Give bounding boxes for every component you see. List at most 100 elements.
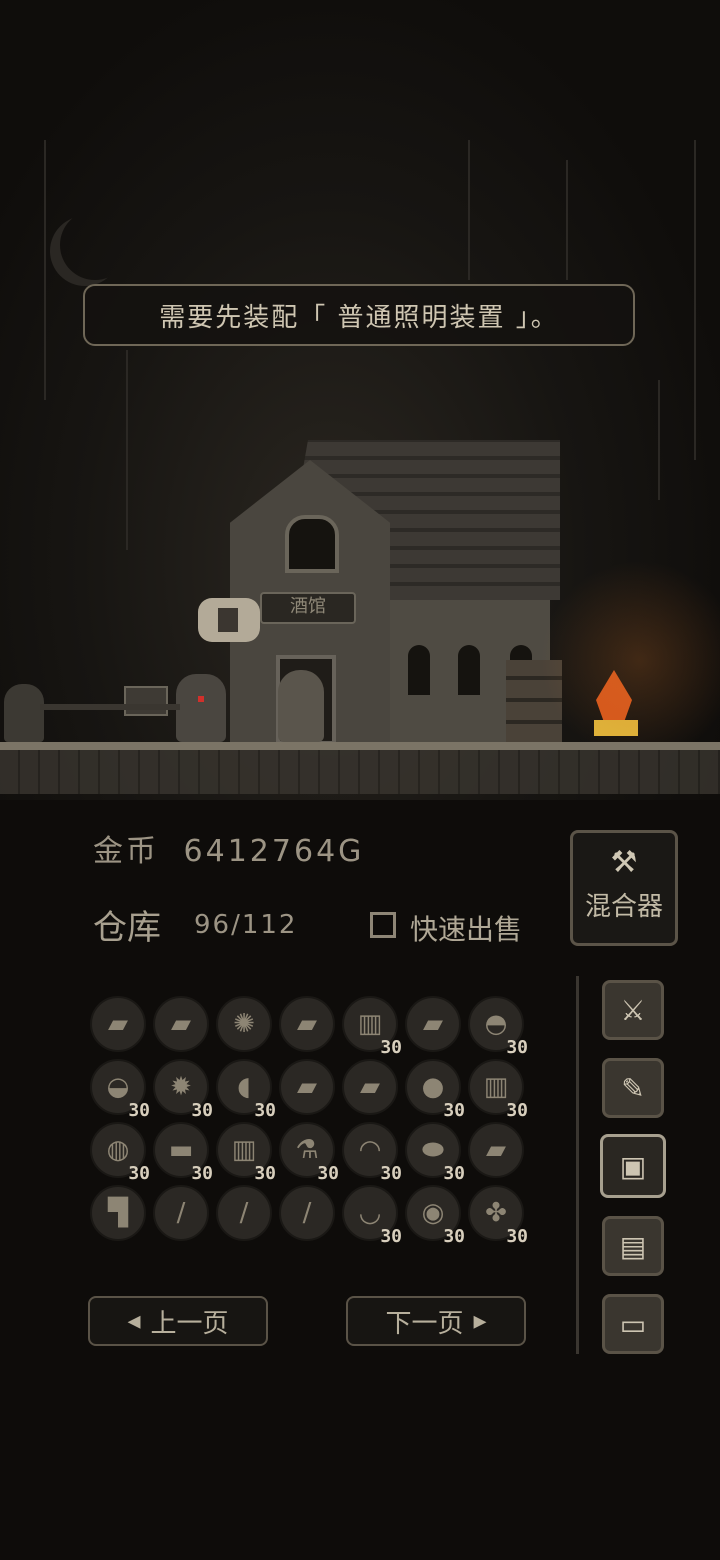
storage-count: 96/112 [194, 910, 298, 940]
quest-tab[interactable]: ✎ [602, 1058, 664, 1118]
armor-icon: ▜ [108, 1198, 128, 1228]
inventory-slot[interactable]: / [279, 1185, 335, 1241]
inventory-slot[interactable]: ▰ [279, 1059, 335, 1115]
item-quantity: 30 [191, 1100, 213, 1121]
npc-wanderer[interactable] [4, 684, 44, 742]
inventory-slot[interactable]: ▬ 30 [153, 1122, 213, 1184]
quick-sell-checkbox[interactable] [370, 912, 396, 938]
item-quantity: 30 [380, 1037, 402, 1058]
bowl-icon: ◡ [358, 1198, 382, 1228]
gold-value: 6412764G [183, 834, 365, 869]
inventory-slot[interactable]: ◖ 30 [216, 1059, 276, 1121]
inventory-slot[interactable]: / [216, 1185, 272, 1241]
window [408, 645, 430, 695]
item-quantity: 30 [443, 1163, 465, 1184]
inventory-slot[interactable]: ◉ 30 [405, 1185, 465, 1247]
computer-tab[interactable]: ▭ [602, 1294, 664, 1354]
rain-streak [694, 140, 696, 460]
watermelon-icon: ◓ [484, 1009, 508, 1039]
item-quantity: 30 [380, 1163, 402, 1184]
hint-message: 需要先装配「 普通照明装置 」。 [83, 284, 635, 346]
inventory-slot[interactable]: ✺ [216, 996, 272, 1052]
mixer-button[interactable]: ⚒ 混合器 [570, 830, 678, 946]
inventory-slot[interactable]: ◠ 30 [342, 1122, 402, 1184]
inventory-slot[interactable]: ▰ [153, 996, 209, 1052]
next-page-button[interactable]: 下一页 ▸ [346, 1296, 526, 1346]
cobblestone-path [0, 750, 720, 794]
item-quantity: 30 [443, 1226, 465, 1247]
pineapple-icon: ✤ [485, 1198, 507, 1228]
potion-icon: ⚗ [295, 1135, 319, 1165]
item-quantity: 30 [191, 1163, 213, 1184]
rain-streak [566, 160, 568, 280]
swords-icon: ⚔ [620, 993, 646, 1027]
prev-page-button[interactable]: ◂ 上一页 [88, 1296, 268, 1346]
inventory-slot[interactable]: ◒ 30 [90, 1059, 150, 1121]
equipment-tab[interactable]: ⚔ [602, 980, 664, 1040]
gold-display: 金币 6412764G [93, 826, 364, 870]
mixer-label: 混合器 [584, 892, 663, 922]
knife-icon: / [302, 1198, 312, 1228]
item-quantity: 30 [254, 1163, 276, 1184]
scroll-icon: ▰ [297, 1009, 317, 1039]
inventory-slot[interactable]: ◍ 30 [90, 1122, 150, 1184]
scroll-icon: ▰ [171, 1009, 191, 1039]
exit-door-icon [218, 608, 238, 632]
prev-page-label: 上一页 [150, 1308, 229, 1339]
quill-icon: ✎ [621, 1071, 645, 1105]
inventory-slot[interactable]: ▰ [405, 996, 461, 1052]
rain-streak [658, 380, 660, 500]
inventory-slot[interactable]: ◡ 30 [342, 1185, 402, 1247]
inventory-slot[interactable]: ✤ 30 [468, 1185, 528, 1247]
quick-sell-label[interactable]: 快速出售 [410, 908, 522, 948]
compass-icon: ✺ [233, 1009, 255, 1039]
fence [40, 704, 180, 710]
item-quantity: 30 [506, 1226, 528, 1247]
chevron-left-icon: ◂ [127, 1306, 141, 1336]
inventory-slot[interactable]: ✹ 30 [153, 1059, 213, 1121]
storage-tab[interactable]: ▣ [600, 1134, 666, 1198]
inventory-slot[interactable]: ◓ 30 [468, 996, 528, 1058]
pot-icon: ◍ [106, 1135, 130, 1165]
tavern-sign: 酒馆 [260, 592, 356, 624]
document-tab[interactable]: ▤ [602, 1216, 664, 1276]
inventory-slot[interactable]: ▰ [342, 1059, 398, 1115]
window [458, 645, 480, 695]
wrench-icon: ⚒ [610, 845, 638, 880]
item-quantity: 30 [506, 1100, 528, 1121]
scroll-icon: ▰ [486, 1135, 506, 1165]
game-scene: 需要先装配「 普通照明装置 」。 酒馆 [0, 0, 720, 800]
mailbox[interactable] [124, 686, 168, 716]
inventory-slot[interactable]: ⬬ 30 [405, 1122, 465, 1184]
inventory-slot[interactable]: ▰ [468, 1122, 524, 1178]
moon-icon [60, 210, 130, 280]
document-icon: ▤ [619, 1229, 647, 1263]
cake-icon: ◒ [106, 1072, 130, 1102]
inventory-slot[interactable]: ▰ [279, 996, 335, 1052]
inventory-slot[interactable]: ● 30 [405, 1059, 465, 1121]
speech-bubble[interactable] [198, 598, 260, 642]
attic-window [285, 515, 339, 573]
player-character[interactable] [278, 670, 324, 742]
urchin-icon: ✹ [170, 1072, 192, 1102]
chevron-right-icon: ▸ [473, 1306, 487, 1336]
scroll-icon: ▰ [108, 1009, 128, 1039]
computer-icon: ▭ [619, 1307, 647, 1341]
npc-goblin[interactable] [176, 674, 226, 742]
inventory-slot[interactable]: / [153, 1185, 209, 1241]
sword-icon: / [176, 1198, 186, 1228]
inventory-slot[interactable]: ⚗ 30 [279, 1122, 339, 1184]
jar-icon: ▥ [357, 1009, 383, 1039]
inventory-slot[interactable]: ▜ [90, 1185, 146, 1241]
scroll-icon: ▰ [360, 1072, 380, 1102]
inventory-slot[interactable]: ▥ 30 [468, 1059, 528, 1121]
dagger-icon: / [239, 1198, 249, 1228]
inventory-slot[interactable]: ▰ [90, 996, 146, 1052]
inventory-slot[interactable]: ▥ 30 [216, 1122, 276, 1184]
ground-line [0, 742, 720, 750]
item-quantity: 30 [128, 1100, 150, 1121]
scroll-icon: ▰ [423, 1009, 443, 1039]
rain-streak [44, 140, 46, 400]
jar-icon: ▥ [231, 1135, 257, 1165]
inventory-slot[interactable]: ▥ 30 [342, 996, 402, 1058]
